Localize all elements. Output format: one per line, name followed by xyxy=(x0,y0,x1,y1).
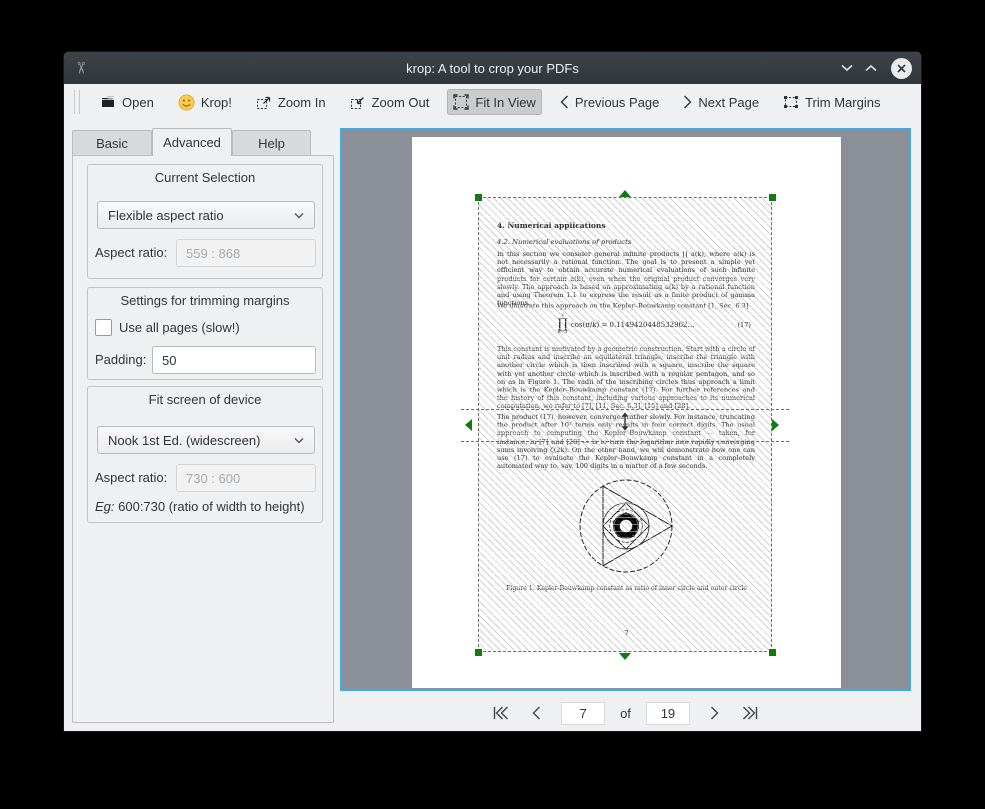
chevron-up-icon xyxy=(865,64,877,72)
first-page-icon xyxy=(493,706,510,720)
of-label: of xyxy=(620,706,631,721)
pager: 7 of 19 xyxy=(340,700,911,726)
toolbar-item-label: Zoom Out xyxy=(372,95,430,110)
toolbar-item-label: Open xyxy=(122,95,154,110)
previous-page-nav-button[interactable] xyxy=(526,702,546,724)
close-icon xyxy=(891,58,912,79)
fit-device-group: Fit screen of device Nook 1st Ed. (wides… xyxy=(87,386,323,523)
hint-prefix: Eg: xyxy=(95,499,115,514)
zoom-in-icon xyxy=(256,94,272,110)
chevron-right-icon xyxy=(683,95,692,109)
trim-margins-button[interactable]: Trim Margins xyxy=(777,89,886,115)
group-title: Settings for trimming margins xyxy=(88,293,322,308)
selection-handle-bottom[interactable] xyxy=(619,653,631,660)
current-page-input[interactable]: 7 xyxy=(561,702,605,725)
chevron-down-icon xyxy=(294,437,304,444)
aspect-ratio-label: Aspect ratio: xyxy=(95,245,167,260)
trim-margins-icon xyxy=(783,94,799,110)
padding-label: Padding: xyxy=(95,352,146,367)
fit-in-view-icon xyxy=(453,94,469,110)
chevron-down-icon xyxy=(841,64,853,72)
current-selection-group: Current Selection Flexible aspect ratio … xyxy=(87,164,323,279)
close-button[interactable] xyxy=(889,56,913,80)
selection-handle-top-right[interactable] xyxy=(769,194,776,201)
hint-text: 600:730 (ratio of width to height) xyxy=(115,499,305,514)
combobox-value: Nook 1st Ed. (widescreen) xyxy=(108,433,260,448)
desktop-background: ✂ krop: A tool to crop your PDFs Open Kr… xyxy=(0,0,985,809)
group-title: Current Selection xyxy=(88,170,322,185)
open-button[interactable]: Open xyxy=(94,89,160,115)
minimize-button[interactable] xyxy=(835,56,859,80)
resize-cursor xyxy=(620,412,630,432)
chevron-left-icon xyxy=(532,706,541,720)
toolbar-item-label: Next Page xyxy=(698,95,759,110)
next-page-nav-button[interactable] xyxy=(705,702,725,724)
selection-handle-left[interactable] xyxy=(465,419,472,431)
zoom-out-icon xyxy=(350,94,366,110)
previous-page-button[interactable]: Previous Page xyxy=(554,90,666,115)
aspect-ratio-field: 559 : 868 xyxy=(176,239,316,267)
toolbar-item-label: Krop! xyxy=(201,95,232,110)
use-all-pages-checkbox[interactable] xyxy=(95,319,112,336)
krop-window: ✂ krop: A tool to crop your PDFs Open Kr… xyxy=(64,52,921,731)
selection-handle-top[interactable] xyxy=(619,190,631,197)
zoom-out-button[interactable]: Zoom Out xyxy=(344,89,436,115)
toolbar-item-label: Previous Page xyxy=(575,95,660,110)
aspect-mode-combobox[interactable]: Flexible aspect ratio xyxy=(97,201,315,229)
trim-settings-group: Settings for trimming margins Use all pa… xyxy=(87,287,323,380)
folder-icon xyxy=(100,94,116,110)
use-all-pages-label: Use all pages (slow!) xyxy=(119,320,240,335)
padding-input[interactable]: 50 xyxy=(152,346,316,374)
last-page-icon xyxy=(741,706,758,720)
chevron-right-icon xyxy=(710,706,719,720)
selection-handle-top-left[interactable] xyxy=(475,194,482,201)
toolbar-item-label: Zoom In xyxy=(278,95,326,110)
scissors-app-icon: ✂ xyxy=(71,61,91,74)
device-aspect-ratio-label: Aspect ratio: xyxy=(95,470,167,485)
selection-split-line-bottom[interactable] xyxy=(461,441,789,442)
aspect-hint: Eg: 600:730 (ratio of width to height) xyxy=(95,499,305,514)
total-pages-field: 19 xyxy=(646,702,690,725)
selection-handle-bottom-right[interactable] xyxy=(769,649,776,656)
group-title: Fit screen of device xyxy=(88,392,322,407)
next-page-button[interactable]: Next Page xyxy=(677,90,765,115)
toolbar-item-label: Trim Margins xyxy=(805,95,880,110)
pdf-viewport[interactable]: 4. Numerical applications 4.2. Numerical… xyxy=(340,128,911,691)
titlebar[interactable]: ✂ krop: A tool to crop your PDFs xyxy=(64,52,921,84)
advanced-panel: Current Selection Flexible aspect ratio … xyxy=(72,155,334,723)
tab-basic[interactable]: Basic xyxy=(72,130,152,155)
device-aspect-ratio-field: 730 : 600 xyxy=(176,464,316,492)
selection-handle-right[interactable] xyxy=(772,419,779,431)
combobox-value: Flexible aspect ratio xyxy=(108,208,224,223)
selection-split-line-top[interactable] xyxy=(461,409,789,410)
krop-button[interactable]: Krop! xyxy=(172,89,238,116)
chevron-left-icon xyxy=(560,95,569,109)
toolbar-item-label: Fit In View xyxy=(475,95,535,110)
fit-in-view-button[interactable]: Fit In View xyxy=(447,89,541,115)
first-page-button[interactable] xyxy=(491,702,511,724)
device-combobox[interactable]: Nook 1st Ed. (widescreen) xyxy=(97,426,315,454)
toolbar: Open Krop! Zoom In Zoom Out Fit In View … xyxy=(64,84,921,120)
selection-handle-bottom-left[interactable] xyxy=(475,649,482,656)
zoom-in-button[interactable]: Zoom In xyxy=(250,89,332,115)
window-title: krop: A tool to crop your PDFs xyxy=(64,61,921,76)
tab-help[interactable]: Help xyxy=(232,130,311,155)
chevron-down-icon xyxy=(294,212,304,219)
last-page-button[interactable] xyxy=(740,702,760,724)
maximize-button[interactable] xyxy=(859,56,883,80)
smiley-icon xyxy=(178,94,195,111)
tab-advanced[interactable]: Advanced xyxy=(152,128,232,156)
toolbar-drag-handle[interactable] xyxy=(74,90,80,114)
